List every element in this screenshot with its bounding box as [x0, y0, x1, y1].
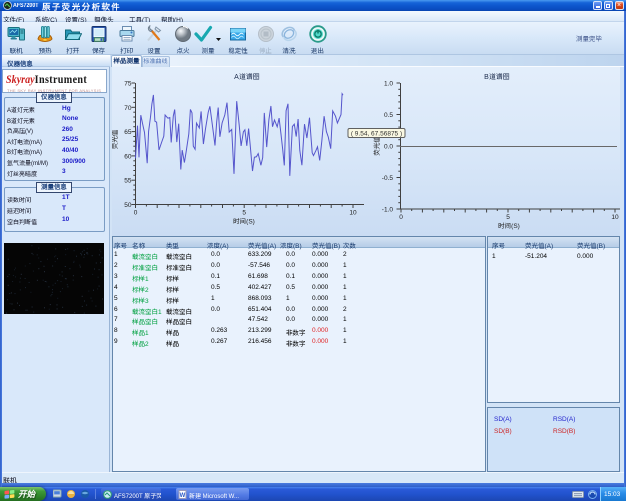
svg-text:( 9.54, 67.56875 ): ( 9.54, 67.56875 ): [351, 131, 402, 138]
svg-text:10: 10: [611, 214, 619, 221]
svg-text:0: 0: [134, 210, 138, 217]
svg-text:5: 5: [506, 214, 510, 221]
svg-text:55: 55: [124, 178, 132, 185]
svg-text:时间(S): 时间(S): [498, 222, 520, 230]
svg-text:0: 0: [399, 214, 403, 221]
svg-text:5: 5: [242, 210, 246, 217]
svg-text:-0.5: -0.5: [382, 175, 394, 182]
svg-text:W: W: [180, 493, 186, 499]
svg-text:70: 70: [124, 105, 132, 112]
svg-text:荧光值: 荧光值: [112, 129, 119, 149]
svg-text:荧光值: 荧光值: [373, 136, 381, 156]
svg-text:75: 75: [124, 81, 132, 88]
svg-text:50: 50: [124, 202, 132, 209]
svg-text:A道谱图: A道谱图: [234, 72, 260, 81]
svg-text:时间(S): 时间(S): [233, 218, 255, 226]
svg-text:65: 65: [124, 129, 132, 136]
svg-text:10: 10: [349, 210, 357, 217]
svg-text:60: 60: [124, 153, 132, 160]
svg-text:-1.0: -1.0: [382, 207, 394, 214]
svg-text:0.5: 0.5: [384, 112, 393, 119]
svg-text:B道谱图: B道谱图: [484, 72, 510, 81]
svg-text:1.0: 1.0: [384, 81, 393, 88]
svg-text:0.0: 0.0: [384, 144, 393, 151]
